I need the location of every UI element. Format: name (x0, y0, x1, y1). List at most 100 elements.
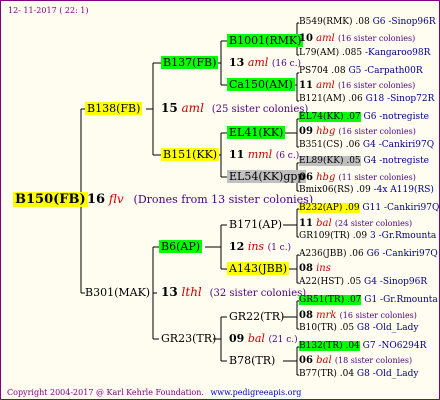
g5-7b-id: B10(TR) .05 (299, 323, 355, 333)
copyright-text: Copyright 2004-2017 @ Karl Kehrle Founda… (7, 389, 301, 397)
g5-7b: B10(TR) .05 G8 -Old_Lady (299, 324, 418, 333)
queen-g3-1[interactable]: B137(FB) (161, 56, 219, 69)
queen-g3-4[interactable]: GR23(TR) (159, 332, 218, 345)
g5-2b: B121(AM) .06 G18 -Sinop72R (299, 95, 434, 104)
g5-3a-id: EL74(KK) .07 (299, 112, 361, 122)
g5-8a-id: B132(TR) .04 (299, 341, 360, 351)
root-queen[interactable]: B150(FB) (13, 192, 88, 207)
g4-8-note: (18 sister colonies) (334, 356, 413, 365)
g5-2a-id: PS704 .08 (299, 66, 346, 76)
g3-4-ped: bal (247, 332, 265, 345)
g4-4-ped: hbg (316, 172, 336, 183)
g4-7-drone: 08 mrk (16 sister colonies) (299, 311, 417, 321)
root-drone-number: 16 (87, 192, 106, 207)
queen-g4-5[interactable]: B171(AP) (227, 218, 284, 231)
g5-1b-id: L79(AM) .085 (299, 48, 363, 58)
queen-g4-3[interactable]: EL41(KK) (227, 126, 286, 139)
g3-3-note: (1 c.) (267, 243, 292, 253)
g4-3-num: 09 (299, 126, 313, 137)
queen-g3-2[interactable]: B151(KK) (161, 148, 220, 161)
g5-7a-origin: G1 -Gr.Rmounta (364, 295, 438, 305)
g4-2-ped: aml (316, 80, 335, 91)
queen-g4-8[interactable]: B78(TR) (227, 354, 277, 367)
queen-g4-1[interactable]: B1001(RMK) (227, 34, 304, 47)
root-drone-note: (Drones from 13 sister colonies) (133, 193, 314, 206)
g3-3-num: 12 (229, 240, 245, 253)
queen-g4-2[interactable]: Ca150(AM) (227, 78, 295, 91)
g4-5-drone: 11 bal (24 sister colonies) (299, 219, 412, 229)
g5-4a: EL89(KK) .05 G4 -notregiste (299, 156, 430, 166)
g5-2b-origin: G18 -Sinop72R (365, 94, 435, 104)
g3-4-num: 09 (229, 332, 245, 345)
g4-1-ped: aml (316, 33, 335, 44)
g3-4-drone: 09 bal (21 c.) (229, 333, 298, 345)
g5-4b-id: Bmix06(RS) .09 (299, 185, 371, 195)
g4-5-num: 11 (299, 218, 313, 229)
g5-5a-id: B232(AP) .09 (299, 203, 360, 213)
g5-3b-origin: G4 -Cankiri97Q (362, 140, 435, 150)
p1-drone-number: 15 (161, 101, 178, 115)
pedigree-page: { "header": {"date_text": "12- 11-2017 (… (0, 0, 440, 400)
g4-7-note: (16 sister colonies) (339, 311, 417, 320)
g3-1-ped: aml (247, 56, 269, 69)
g3-1-note: (16 c.) (271, 59, 302, 69)
g5-5a: B232(AP) .09 G11 -Cankiri97Q (299, 203, 439, 213)
g5-7a-id: GR51(TR) .07 (299, 295, 362, 305)
queen-g3-3[interactable]: B6(AP) (159, 240, 203, 253)
g5-8b-origin: G8 -Old_Lady (356, 369, 419, 379)
g4-1-drone: 10 aml (16 sister colonies) (299, 34, 415, 44)
g3-3-drone: 12 ins (1 c.) (229, 241, 291, 253)
g5-1a-origin: G6 -Sinop96R (372, 17, 436, 27)
p2-drone-pedigree: lthl (181, 285, 202, 299)
g5-6b-id: A22(HST) .05 (299, 277, 362, 287)
g5-4a-origin: G4 -notregiste (363, 156, 430, 166)
g4-2-drone: 11 aml (16 sister colonies) (299, 81, 415, 91)
g4-4-note: (11 sister colonies) (338, 173, 416, 182)
g5-5b: GR109(TR) .09 3 -Gr.Rmounta (299, 232, 436, 241)
queen-g4-6[interactable]: A143(JBB) (227, 262, 290, 275)
queen-p2[interactable]: B301(MAK) (83, 286, 152, 299)
g5-1a-id: B549(RMK) .08 (299, 17, 370, 27)
queen-g4-4[interactable]: EL54(KK)gpp (227, 170, 307, 183)
g4-2-num: 11 (299, 80, 313, 91)
g5-8a-origin: G7 -NO6294R (362, 341, 427, 351)
copyright-label: Copyright 2004-2017 @ Karl Kehrle Founda… (7, 388, 204, 397)
g5-6b: A22(HST) .05 G4 -Sinop96R (299, 278, 427, 287)
g5-6a-origin: G6 -Cankiri97Q (366, 249, 438, 259)
queen-p1[interactable]: B138(FB) (85, 102, 143, 115)
g5-1b: L79(AM) .085 -Kangaroo98R (299, 49, 430, 58)
g5-2a: PS704 .08 G5 -Carpath00R (299, 67, 423, 76)
g4-4-drone: 06 hbg (11 sister colonies) (299, 173, 416, 183)
g4-8-num: 06 (299, 355, 313, 366)
g3-2-ped: mml (247, 148, 273, 161)
g5-8b: B77(TR) .04 G8 -Old_Lady (299, 370, 418, 379)
g5-1a: B549(RMK) .08 G6 -Sinop96R (299, 18, 436, 27)
g4-3-note: (16 sister colonies) (338, 127, 416, 136)
g5-2b-id: B121(AM) .06 (299, 94, 363, 104)
g4-7-ped: mrk (316, 310, 337, 321)
g5-4b-origin: -4x A119(RS) (373, 185, 434, 195)
g4-8-ped: bal (316, 355, 332, 366)
root-drone-line: 16 flv (Drones from 13 sister colonies) (87, 193, 313, 206)
g4-3-drone: 09 hbg (16 sister colonies) (299, 127, 416, 137)
g3-3-ped: ins (247, 240, 265, 253)
g5-8a: B132(TR) .04 G7 -NO6294R (299, 341, 427, 351)
g3-1-drone: 13 aml (16 c.) (229, 57, 301, 69)
g5-4a-id: EL89(KK) .05 (299, 156, 361, 166)
g5-3b: B351(CS) .06 G4 -Cankiri97Q (299, 141, 434, 150)
g3-1-num: 13 (229, 56, 245, 69)
g4-1-note: (16 sister colonies) (337, 34, 416, 43)
g5-8b-id: B77(TR) .04 (299, 369, 355, 379)
g3-4-note: (21 c.) (268, 335, 298, 345)
date-stamp: 12- 11-2017 ( 22: 1) (8, 6, 89, 15)
g5-5b-origin: 3 -Gr.Rmounta (370, 231, 437, 241)
g5-3a-origin: G6 -notregiste (363, 112, 430, 122)
g5-2a-origin: G5 -Carpath00R (348, 66, 423, 76)
p2-drone-number: 13 (161, 285, 178, 299)
g4-6-ped: ins (316, 263, 331, 274)
g3-2-num: 11 (229, 148, 245, 161)
g4-6-drone: 08 ins (299, 264, 331, 274)
website-link[interactable]: www.pedigreeapis.org (210, 388, 301, 397)
queen-g4-7[interactable]: GR22(TR) (227, 310, 286, 323)
g5-3a: EL74(KK) .07 G6 -notregiste (299, 112, 430, 122)
